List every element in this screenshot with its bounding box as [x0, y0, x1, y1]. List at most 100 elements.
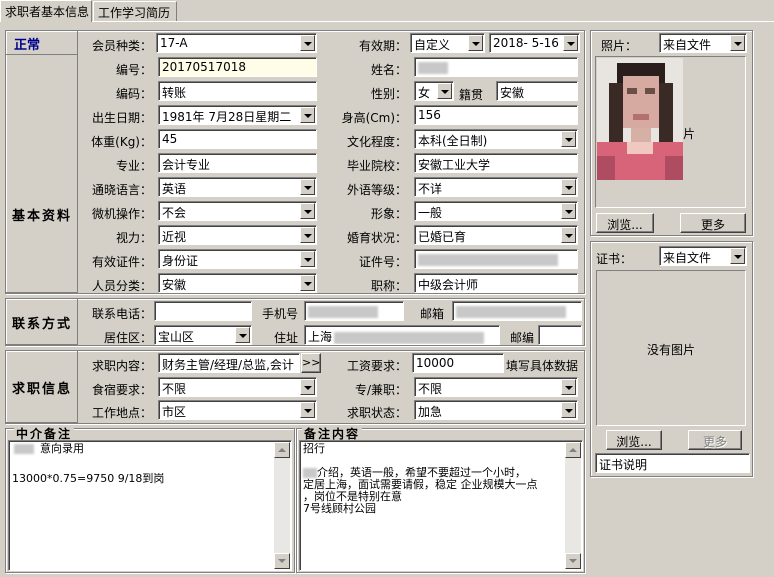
- scroll-up-icon[interactable]: [274, 442, 290, 458]
- school-field[interactable]: 安徽工业大学: [414, 153, 578, 173]
- certificate-source-select[interactable]: 来自文件: [659, 246, 747, 266]
- fulltime-select[interactable]: 不限: [414, 377, 578, 397]
- email-field[interactable]: [452, 301, 582, 321]
- chevron-down-icon[interactable]: [300, 227, 315, 243]
- code-field[interactable]: 转账: [158, 81, 317, 101]
- chevron-down-icon[interactable]: [468, 35, 483, 51]
- number-field[interactable]: 20170517018: [158, 57, 317, 77]
- chevron-down-icon[interactable]: [300, 107, 315, 123]
- job-status-value: 加急: [418, 405, 443, 419]
- scroll-up-icon[interactable]: [565, 442, 581, 458]
- code-value: 转账: [162, 86, 187, 100]
- chevron-down-icon[interactable]: [300, 203, 315, 219]
- location-label: 工作地点：: [91, 406, 152, 420]
- chevron-down-icon[interactable]: [300, 179, 315, 195]
- basic-section-cell: [6, 55, 78, 293]
- remarks-textarea[interactable]: 招行 介绍，英语一般，希望不要超过一个小时， 定居上海，面试需要请假，稳定 企业…: [299, 440, 583, 571]
- remarks-scrollbar[interactable]: [565, 442, 581, 569]
- major-field[interactable]: 会计专业: [158, 153, 317, 173]
- tab-work-history[interactable]: 工作学习简历: [93, 1, 177, 21]
- id-type-label: 有效证件：: [91, 255, 152, 269]
- certificate-browse-button[interactable]: 浏览...: [606, 430, 662, 450]
- id-type-select[interactable]: 身份证: [158, 249, 317, 269]
- membership-value: 17-A: [160, 36, 188, 50]
- mobile-field[interactable]: [304, 301, 404, 321]
- computer-select[interactable]: 不会: [158, 201, 317, 221]
- name-field[interactable]: [414, 57, 578, 77]
- lang-level-select[interactable]: 不详: [414, 177, 578, 197]
- image-label: 形象：: [370, 207, 407, 221]
- education-select[interactable]: 本科(全日制): [414, 129, 578, 149]
- chevron-down-icon[interactable]: [561, 179, 576, 195]
- weight-field[interactable]: 45: [158, 129, 317, 149]
- code-label: 编码：: [115, 87, 152, 101]
- id-no-field[interactable]: [414, 249, 578, 269]
- redacted-text: [303, 468, 317, 478]
- native-field[interactable]: 安徽: [496, 81, 578, 101]
- weight-value: 45: [162, 132, 178, 146]
- chevron-down-icon[interactable]: [561, 402, 576, 418]
- height-field[interactable]: 156: [414, 105, 578, 125]
- phone-label: 联系电话：: [91, 307, 152, 321]
- agent-notes-line: 意向录用: [12, 443, 288, 455]
- image-select[interactable]: 一般: [414, 201, 578, 221]
- job-content-more-button[interactable]: >>: [301, 353, 321, 373]
- chevron-down-icon[interactable]: [300, 35, 315, 51]
- chevron-down-icon[interactable]: [730, 248, 745, 264]
- job-status-select[interactable]: 加急: [414, 400, 578, 420]
- chevron-down-icon[interactable]: [300, 275, 315, 291]
- chevron-down-icon[interactable]: [561, 227, 576, 243]
- chevron-down-icon[interactable]: [563, 35, 578, 51]
- chevron-down-icon[interactable]: [235, 327, 250, 343]
- job-content-field[interactable]: 财务主管/经理/总监,会计: [158, 353, 300, 373]
- chevron-down-icon[interactable]: [730, 35, 745, 51]
- agent-notes-textarea[interactable]: 意向录用 13000*0.75=9750 9/18到岗: [8, 440, 292, 571]
- vision-select[interactable]: 近视: [158, 225, 317, 245]
- phone-field[interactable]: [154, 301, 252, 321]
- computer-value: 不会: [162, 206, 187, 220]
- photo-browse-button[interactable]: 浏览...: [596, 213, 654, 233]
- chevron-down-icon[interactable]: [437, 83, 452, 99]
- certificate-note-value: 证书说明: [599, 458, 648, 472]
- marital-select[interactable]: 已婚已育: [414, 225, 578, 245]
- chevron-down-icon[interactable]: [300, 379, 315, 395]
- validity-type-select[interactable]: 自定义: [410, 33, 485, 53]
- chevron-down-icon[interactable]: [300, 402, 315, 418]
- chevron-down-icon[interactable]: [561, 203, 576, 219]
- chevron-down-icon[interactable]: [561, 131, 576, 147]
- chevron-down-icon[interactable]: [300, 251, 315, 267]
- board-select[interactable]: 不限: [158, 377, 317, 397]
- agent-notes-line-1: [12, 455, 288, 467]
- language-select[interactable]: 英语: [158, 177, 317, 197]
- photo-source-select[interactable]: 来自文件: [659, 33, 747, 53]
- tab-basic-info[interactable]: 求职者基本信息: [0, 0, 92, 22]
- redacted-mobile: [308, 305, 378, 318]
- district-select[interactable]: 宝山区: [154, 325, 252, 345]
- salary-field[interactable]: 10000: [412, 353, 504, 373]
- address-field[interactable]: 上海: [304, 325, 500, 345]
- gender-select[interactable]: 女: [414, 81, 454, 101]
- height-label: 身高(Cm)：: [341, 111, 407, 125]
- chevron-down-icon[interactable]: [561, 379, 576, 395]
- agent-notes-scrollbar[interactable]: [274, 442, 290, 569]
- membership-select[interactable]: 17-A: [156, 33, 317, 53]
- location-select[interactable]: 市区: [158, 400, 317, 420]
- certificate-more-button[interactable]: 更多: [688, 430, 742, 450]
- scroll-down-icon[interactable]: [274, 553, 290, 569]
- address-value: 上海: [308, 330, 333, 344]
- weight-label: 体重(Kg)：: [91, 135, 152, 149]
- certificate-note-field[interactable]: 证书说明: [595, 453, 750, 473]
- job-content-value: 财务主管/经理/总监,会计: [162, 358, 294, 372]
- photo-more-button[interactable]: 更多: [680, 213, 746, 233]
- validity-date-picker[interactable]: 2018- 5-16: [489, 33, 580, 53]
- title-field[interactable]: 中级会计师: [414, 273, 578, 293]
- number-value: 20170517018: [162, 60, 246, 74]
- birth-date-picker[interactable]: 1981年 7月28日星期二: [158, 105, 317, 125]
- category-select[interactable]: 安徽: [158, 273, 317, 293]
- postcode-field[interactable]: [538, 325, 582, 345]
- address-label: 住址: [273, 331, 298, 345]
- redacted-id-number: [418, 253, 558, 266]
- scroll-down-icon[interactable]: [565, 553, 581, 569]
- email-label: 邮箱: [419, 307, 444, 321]
- redacted-email: [456, 305, 566, 318]
